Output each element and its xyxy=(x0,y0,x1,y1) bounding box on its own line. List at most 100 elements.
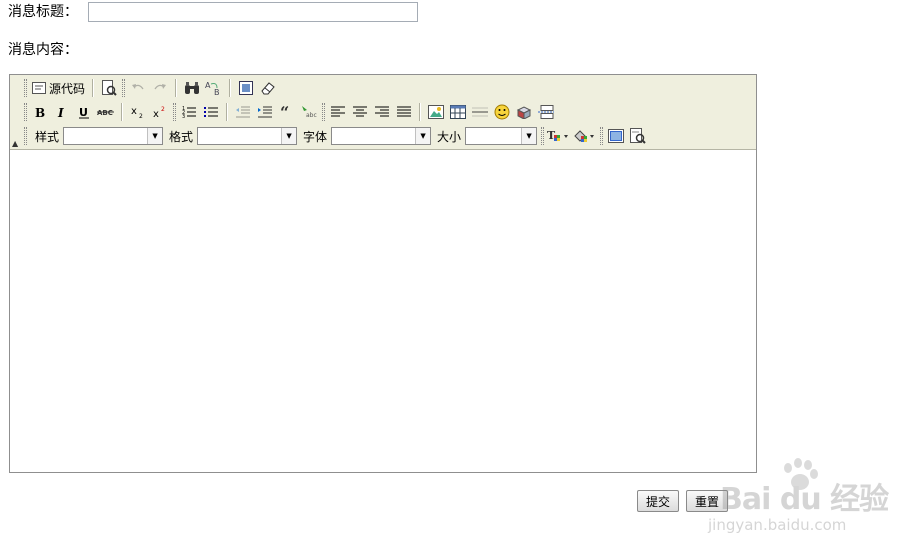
align-right-button[interactable] xyxy=(371,101,393,123)
table-icon xyxy=(450,105,466,119)
chevron-down-icon: ▼ xyxy=(147,128,163,144)
outdent-button[interactable] xyxy=(232,101,254,123)
background-color-icon xyxy=(574,130,595,142)
smiley-icon xyxy=(494,104,510,120)
size-label: 大小 xyxy=(437,129,462,144)
reset-button[interactable]: 重置 xyxy=(686,490,728,512)
size-value xyxy=(466,128,521,144)
source-icon xyxy=(32,82,46,94)
toolbar-row-1: 源代码 AB xyxy=(10,76,279,100)
italic-icon: I xyxy=(57,106,64,119)
title-input[interactable] xyxy=(88,2,418,22)
collapse-toolbar-icon[interactable]: ▲ xyxy=(12,139,18,148)
toolbar-grip xyxy=(322,103,325,121)
chevron-down-icon: ▼ xyxy=(281,128,297,144)
outdent-icon xyxy=(236,106,250,118)
find-button[interactable] xyxy=(181,77,203,99)
toolbar-separator xyxy=(121,103,123,121)
align-left-button[interactable] xyxy=(327,101,349,123)
select-all-icon xyxy=(239,81,254,95)
watermark-brand: Bai du 经验 xyxy=(720,482,889,517)
align-center-button[interactable] xyxy=(349,101,371,123)
text-color-button[interactable]: T xyxy=(546,125,572,147)
format-value xyxy=(198,128,281,144)
preview-icon xyxy=(102,80,117,96)
special-char-button[interactable] xyxy=(513,101,535,123)
background-color-button[interactable] xyxy=(572,125,598,147)
rich-text-editor: 源代码 AB B I U ABC x 2 x 2 1 2 3 “ abc 样式 … xyxy=(9,74,757,473)
numbered-list-button[interactable]: 123 xyxy=(178,101,200,123)
show-blocks-button[interactable] xyxy=(627,125,649,147)
svg-text:3: 3 xyxy=(182,114,185,119)
smiley-button[interactable] xyxy=(491,101,513,123)
preview-button[interactable] xyxy=(98,77,120,99)
svg-text:U: U xyxy=(79,106,88,119)
image-icon xyxy=(428,105,444,119)
undo-button[interactable] xyxy=(127,77,149,99)
find-icon xyxy=(185,82,200,94)
watermark-url: jingyan.baidu.com xyxy=(708,516,847,534)
underline-icon: U xyxy=(79,106,89,119)
content-label: 消息内容： xyxy=(8,42,78,58)
page-break-icon xyxy=(538,105,554,119)
superscript-button[interactable]: x2 xyxy=(149,101,171,123)
source-button[interactable]: 源代码 xyxy=(29,77,88,99)
toolbar-grip[interactable] xyxy=(24,103,27,121)
svg-text:x: x xyxy=(131,106,137,117)
style-value xyxy=(64,128,147,144)
toolbar-separator xyxy=(175,79,178,97)
text-color-icon: T xyxy=(547,129,569,142)
show-blocks-icon xyxy=(630,128,646,144)
italic-button[interactable]: I xyxy=(51,101,73,123)
remove-format-button[interactable] xyxy=(257,77,279,99)
baidu-paw-icon xyxy=(784,458,818,490)
font-select[interactable]: ▼ xyxy=(331,127,432,145)
superscript-icon: x2 xyxy=(153,106,165,119)
bulleted-list-icon xyxy=(204,107,218,117)
toolbar-grip[interactable] xyxy=(24,79,27,97)
subscript-button[interactable]: x2 xyxy=(127,101,149,123)
undo-icon xyxy=(132,84,144,90)
toolbar-separator xyxy=(229,79,232,97)
replace-button[interactable]: AB xyxy=(203,77,225,99)
align-center-icon xyxy=(353,106,367,117)
chevron-down-icon: ▼ xyxy=(521,128,537,144)
link-button[interactable]: abc xyxy=(298,101,320,123)
select-all-button[interactable] xyxy=(235,77,257,99)
maximize-button[interactable] xyxy=(605,125,627,147)
numbered-list-icon: 123 xyxy=(182,106,196,119)
toolbar-row-3: 样式 ▼ 格式 ▼ 字体 ▼ 大小 ▼ T xyxy=(10,124,649,148)
svg-text:B: B xyxy=(214,88,220,96)
format-select[interactable]: ▼ xyxy=(197,127,298,145)
source-label: 源代码 xyxy=(49,81,86,96)
justify-button[interactable] xyxy=(393,101,415,123)
image-button[interactable] xyxy=(425,101,447,123)
justify-icon xyxy=(397,106,411,117)
align-left-icon xyxy=(331,106,345,117)
horizontal-rule-button[interactable] xyxy=(469,101,491,123)
toolbar-grip xyxy=(600,127,604,145)
style-select[interactable]: ▼ xyxy=(63,127,164,145)
svg-text:x: x xyxy=(153,109,159,119)
blockquote-button[interactable]: “ xyxy=(276,101,298,123)
bulleted-list-button[interactable] xyxy=(200,101,222,123)
strikethrough-icon: ABC xyxy=(97,109,114,117)
strikethrough-button[interactable]: ABC xyxy=(95,101,117,123)
toolbar-grip[interactable] xyxy=(24,127,27,145)
font-value xyxy=(332,128,415,144)
table-button[interactable] xyxy=(447,101,469,123)
bold-button[interactable]: B xyxy=(29,101,51,123)
toolbar-grip xyxy=(122,79,126,97)
underline-button[interactable]: U xyxy=(73,101,95,123)
size-select[interactable]: ▼ xyxy=(465,127,538,145)
redo-button[interactable] xyxy=(149,77,171,99)
submit-button[interactable]: 提交 xyxy=(637,490,679,512)
editor-content-area[interactable] xyxy=(10,150,756,472)
indent-button[interactable] xyxy=(254,101,276,123)
subscript-icon: x2 xyxy=(131,106,143,119)
format-label: 格式 xyxy=(169,129,194,144)
toolbar-separator xyxy=(419,103,421,121)
blockquote-icon: “ xyxy=(280,106,289,118)
replace-icon: AB xyxy=(205,81,220,96)
page-break-button[interactable] xyxy=(535,101,557,123)
